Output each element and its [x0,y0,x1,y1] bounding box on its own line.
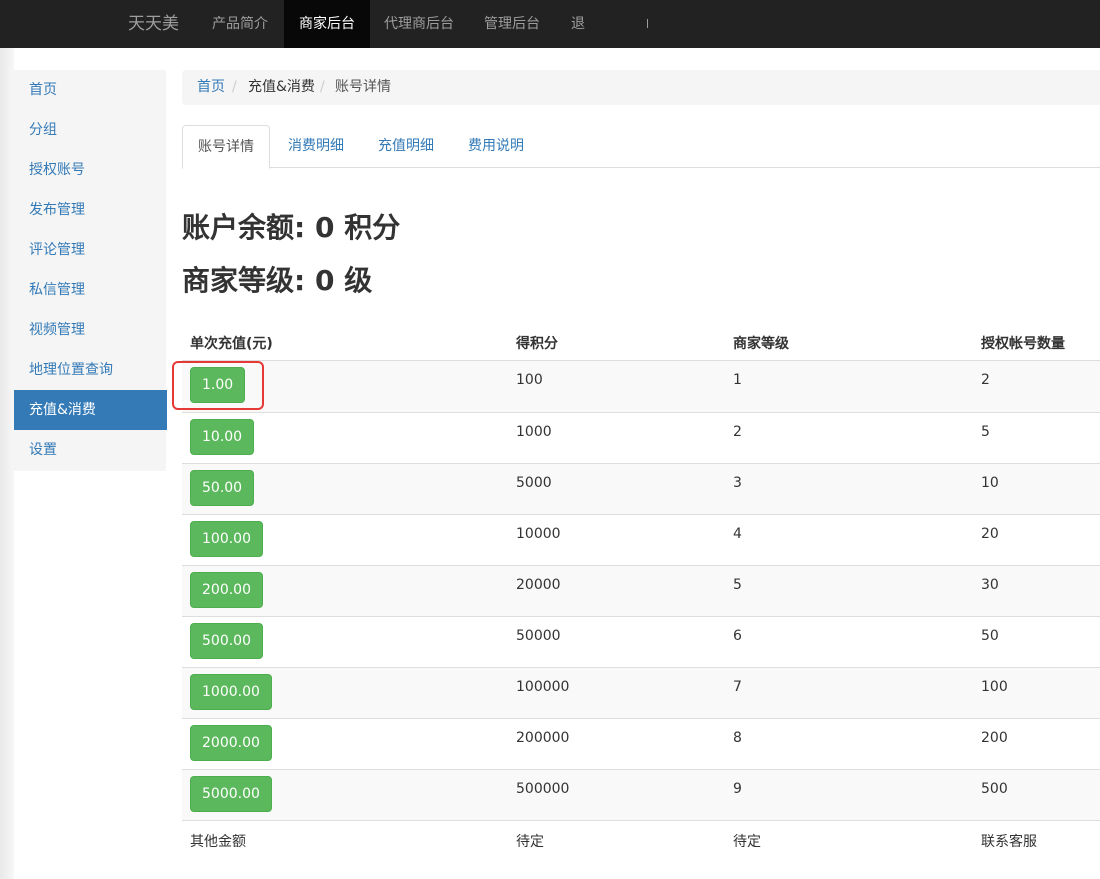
account-count-cell: 50 [981,628,999,644]
highlight-box [172,361,264,410]
recharge-button[interactable]: 500.00 [190,623,263,659]
sidebar-item-recharge[interactable]: 充值&消费 [14,390,167,430]
sidebar: 首页 分组 授权账号 发布管理 评论管理 私信管理 视频管理 地理位置查询 充值… [14,70,167,471]
level-cell: 8 [733,730,742,746]
tabs-underline [182,167,1100,168]
table-row-other: 其他金额 待定 待定 联系客服 [182,820,1100,861]
sidebar-item-home[interactable]: 首页 [14,70,167,110]
account-count-cell: 5 [981,424,990,440]
points-cell: 100000 [516,679,570,695]
sidebar-item-groups[interactable]: 分组 [14,110,167,150]
table-header-merchant-level: 商家等级 [733,336,789,352]
other-amount-cell: 其他金额 [190,834,246,850]
nav-logout[interactable]: 退 [556,0,600,48]
level-cell: 1 [733,372,742,388]
sidebar-item-settings[interactable]: 设置 [14,430,167,470]
breadcrumb-current: 账号详情 [335,79,391,95]
sidebar-shadow [0,48,14,879]
tab-recharge-details[interactable]: 充值明细 [363,125,449,167]
table-header-account-count: 授权帐号数量 [981,336,1065,352]
level-cell: 9 [733,781,742,797]
tab-account-details[interactable]: 账号详情 [182,125,270,169]
account-count-cell: 2 [981,372,990,388]
balance-label: 账户余额: [182,211,306,244]
top-navbar: 天天美 产品简介 商家后台 代理商后台 管理后台 退 [0,0,1100,48]
level-cell: 待定 [733,834,761,850]
recharge-button[interactable]: 100.00 [190,521,263,557]
points-cell: 50000 [516,628,561,644]
table-row: 500.00 50000 6 50 [182,616,1100,668]
balance-unit: 积分 [344,211,401,244]
level-cell: 6 [733,628,742,644]
sidebar-item-location-query[interactable]: 地理位置查询 [14,350,167,390]
sidebar-item-publish[interactable]: 发布管理 [14,190,167,230]
merchant-level-line: 商家等级: 0 级 [182,259,372,299]
level-cell: 5 [733,577,742,593]
brand-logo[interactable]: 天天美 [128,0,179,48]
table-row: 1.00 100 1 2 [182,361,1100,412]
points-cell: 20000 [516,577,561,593]
points-cell: 500000 [516,781,570,797]
breadcrumb-separator: / [320,79,325,95]
breadcrumb-section[interactable]: 充值&消费 [248,70,315,105]
table-row: 10.00 1000 2 5 [182,412,1100,464]
sidebar-item-authorized-accounts[interactable]: 授权账号 [14,150,167,190]
account-count-cell: 500 [981,781,1008,797]
nav-divider [647,19,648,28]
recharge-button[interactable]: 200.00 [190,572,263,608]
level-cell: 7 [733,679,742,695]
points-cell: 1000 [516,424,552,440]
points-cell: 200000 [516,730,570,746]
recharge-button[interactable]: 2000.00 [190,725,272,761]
tab-consumption-details[interactable]: 消费明细 [273,125,359,167]
table-row: 5000.00 500000 9 500 [182,769,1100,821]
nav-agent-backend[interactable]: 代理商后台 [369,0,469,48]
level-label: 商家等级: [182,264,306,297]
level-value: 0 [314,264,335,297]
level-cell: 3 [733,475,742,491]
breadcrumb-home[interactable]: 首页 [197,70,225,105]
points-cell: 100 [516,372,543,388]
account-count-cell: 10 [981,475,999,491]
contact-support-cell: 联系客服 [981,834,1037,850]
table-row: 1000.00 100000 7 100 [182,667,1100,719]
account-balance-line: 账户余额: 0 积分 [182,206,400,246]
recharge-button[interactable]: 10.00 [190,419,255,455]
level-cell: 4 [733,526,742,542]
nav-admin-backend[interactable]: 管理后台 [469,0,555,48]
tab-fee-description[interactable]: 费用说明 [453,125,539,167]
points-cell: 待定 [516,834,544,850]
sidebar-item-comments[interactable]: 评论管理 [14,230,167,270]
account-count-cell: 30 [981,577,999,593]
sidebar-item-messages[interactable]: 私信管理 [14,270,167,310]
table-header-points: 得积分 [516,336,558,352]
points-cell: 5000 [516,475,552,491]
table-row: 2000.00 200000 8 200 [182,718,1100,770]
breadcrumb-separator: / [232,79,237,95]
points-cell: 10000 [516,526,561,542]
table-row: 100.00 10000 4 20 [182,514,1100,566]
nav-merchant-backend[interactable]: 商家后台 [284,0,370,48]
level-cell: 2 [733,424,742,440]
recharge-button[interactable]: 1000.00 [190,674,272,710]
sidebar-item-videos[interactable]: 视频管理 [14,310,167,350]
account-count-cell: 20 [981,526,999,542]
table-header-recharge-amount: 单次充值(元) [190,336,273,352]
breadcrumb: 首页 / 充值&消费 / 账号详情 [182,70,1100,105]
recharge-button[interactable]: 50.00 [190,470,255,506]
recharge-button[interactable]: 5000.00 [190,776,272,812]
table-row: 50.00 5000 3 10 [182,463,1100,515]
account-count-cell: 100 [981,679,1008,695]
level-unit: 级 [344,264,373,297]
account-count-cell: 200 [981,730,1008,746]
table-row: 200.00 20000 5 30 [182,565,1100,617]
balance-value: 0 [314,211,335,244]
nav-product-intro[interactable]: 产品简介 [197,0,283,48]
